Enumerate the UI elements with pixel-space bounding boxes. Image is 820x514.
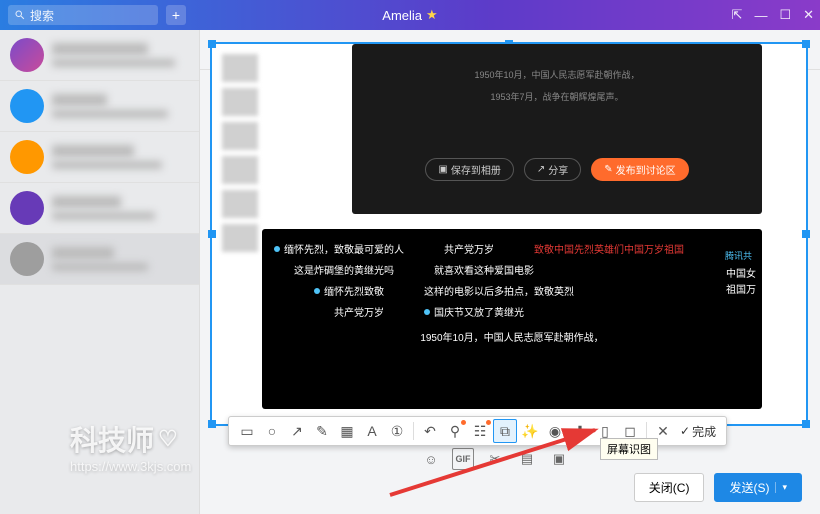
contact-item[interactable]	[0, 30, 199, 81]
contact-item[interactable]	[0, 132, 199, 183]
add-button[interactable]: +	[166, 5, 186, 25]
window-title: Amelia★	[382, 7, 437, 23]
share-button[interactable]: ↗ 分享	[524, 158, 581, 181]
pin-tool[interactable]: ⚲	[443, 419, 467, 443]
undo-icon[interactable]: ↶	[418, 419, 442, 443]
search-icon	[14, 9, 26, 21]
close-button[interactable]: 关闭(C)	[634, 473, 705, 502]
video-panel-top: 1950年10月，中国人民志愿军赴朝作战， 1953年7月，战争在朝辉煌尾声。 …	[352, 44, 762, 214]
contact-item[interactable]	[0, 183, 199, 234]
star-icon: ★	[426, 7, 438, 23]
message-toolbar: ☺ GIF ✂ ▤ ▣	[420, 448, 570, 470]
minimize-icon[interactable]: —	[754, 8, 767, 23]
send-button[interactable]: 发送(S)▾	[714, 473, 802, 502]
watermark: 科技师♡ https://www.3kjs.com	[70, 419, 191, 474]
auto-tool[interactable]: ✨	[518, 419, 542, 443]
pin-icon[interactable]: ⇱	[732, 7, 743, 23]
download-icon[interactable]: ⬇	[568, 419, 592, 443]
rect-tool[interactable]: ▭	[235, 419, 259, 443]
search-placeholder: 搜索	[30, 7, 54, 24]
maximize-icon[interactable]: ☐	[779, 7, 791, 23]
search-input[interactable]: 搜索	[8, 5, 158, 25]
image-icon[interactable]: ▣	[548, 448, 570, 470]
contact-item[interactable]	[0, 81, 199, 132]
emoji-icon[interactable]: ☺	[420, 448, 442, 470]
save-album-button[interactable]: ▣ 保存到相册	[425, 158, 513, 181]
thumbnail-column	[222, 54, 258, 258]
tencent-logo: 腾讯共	[725, 249, 752, 262]
text-tool[interactable]: A	[360, 419, 384, 443]
done-button[interactable]: ✓完成	[676, 423, 720, 440]
screenshot-selection[interactable]: 1950年10月，中国人民志愿军赴朝作战， 1953年7月，战争在朝辉煌尾声。 …	[210, 42, 808, 426]
chevron-down-icon[interactable]: ▾	[775, 482, 787, 493]
tooltip: 屏幕识图	[600, 438, 658, 460]
arrow-tool[interactable]: ↗	[285, 419, 309, 443]
publish-button[interactable]: ✎ 发布到讨论区	[591, 158, 688, 181]
circle-tool[interactable]: ○	[260, 419, 284, 443]
cut-icon[interactable]: ✂	[484, 448, 506, 470]
gif-icon[interactable]: GIF	[452, 448, 474, 470]
video-panel-bottom: 缅怀先烈，致敬最可爱的人共产党万岁致敬中国先烈英雄们中国万岁祖国 这是炸碉堡的黄…	[262, 229, 762, 409]
pen-tool[interactable]: ✎	[310, 419, 334, 443]
translate-tool[interactable]: ☷	[468, 419, 492, 443]
heart-icon: ♡	[158, 426, 178, 452]
record-icon[interactable]: ◉	[543, 419, 567, 443]
ocr-tool[interactable]: ⧉	[493, 419, 517, 443]
close-icon[interactable]: ✕	[803, 7, 814, 23]
mosaic-tool[interactable]: ▦	[335, 419, 359, 443]
file-icon[interactable]: ▤	[516, 448, 538, 470]
contact-item[interactable]	[0, 234, 199, 285]
number-tool[interactable]: ①	[385, 419, 409, 443]
